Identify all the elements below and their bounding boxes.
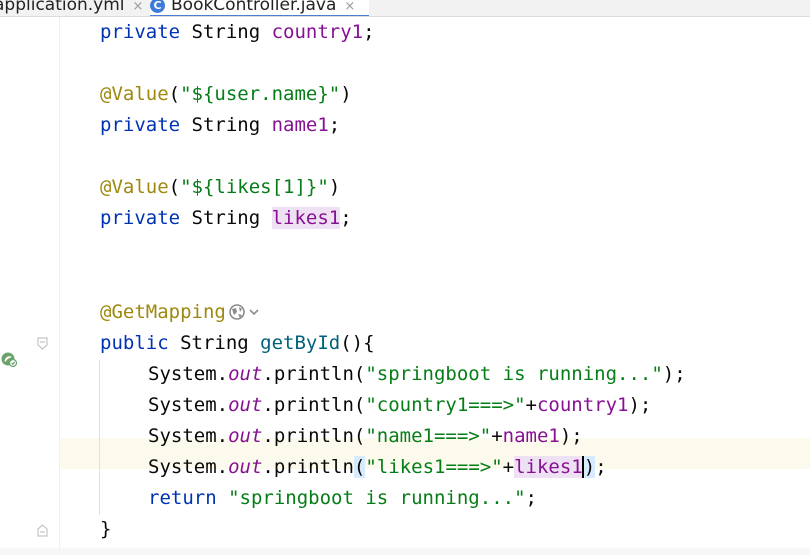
code-line: } xyxy=(100,518,112,540)
usage-highlight: likes1 xyxy=(514,456,583,478)
usage-highlight: likes1 xyxy=(271,207,341,229)
code-line: private String name1; xyxy=(100,114,341,136)
code-line: public String getById(){ xyxy=(100,332,375,354)
code-line: return "springboot is running..."; xyxy=(148,487,537,509)
close-icon[interactable]: × xyxy=(344,0,355,14)
editor-bottom-edge xyxy=(0,548,810,555)
code-line: @Value("${user.name}") xyxy=(100,83,352,105)
code-line: private String country1; xyxy=(100,21,375,43)
tab-application-yml[interactable]: application.yml × xyxy=(0,0,143,16)
brace-match-highlight: ) xyxy=(583,456,596,478)
editor-tab-bar: application.yml × C BookController.java × xyxy=(0,0,810,17)
java-class-icon: C xyxy=(150,0,165,13)
code-line-current: System.out.println("likes1===>"+likes1); xyxy=(148,456,607,478)
tab-label: application.yml xyxy=(0,0,125,15)
code-line: System.out.println("springboot is runnin… xyxy=(148,363,686,385)
code-line: @GetMapping xyxy=(100,297,260,328)
code-line: System.out.println("name1===>"+name1); xyxy=(148,425,583,447)
brace-match-highlight: ( xyxy=(353,456,366,478)
tab-bookcontroller-java[interactable]: C BookController.java × xyxy=(150,0,370,16)
chevron-down-icon[interactable] xyxy=(248,303,260,321)
code-line: @Value("${likes[1]}") xyxy=(100,176,341,198)
code-line: private String likes1; xyxy=(100,207,352,229)
globe-icon[interactable] xyxy=(228,303,248,321)
tab-label: BookController.java xyxy=(171,0,337,15)
close-icon[interactable]: × xyxy=(133,0,144,14)
code-line: System.out.println("country1===>"+countr… xyxy=(148,394,652,416)
code-editor[interactable]: private String country1; @Value("${user.… xyxy=(0,17,810,555)
